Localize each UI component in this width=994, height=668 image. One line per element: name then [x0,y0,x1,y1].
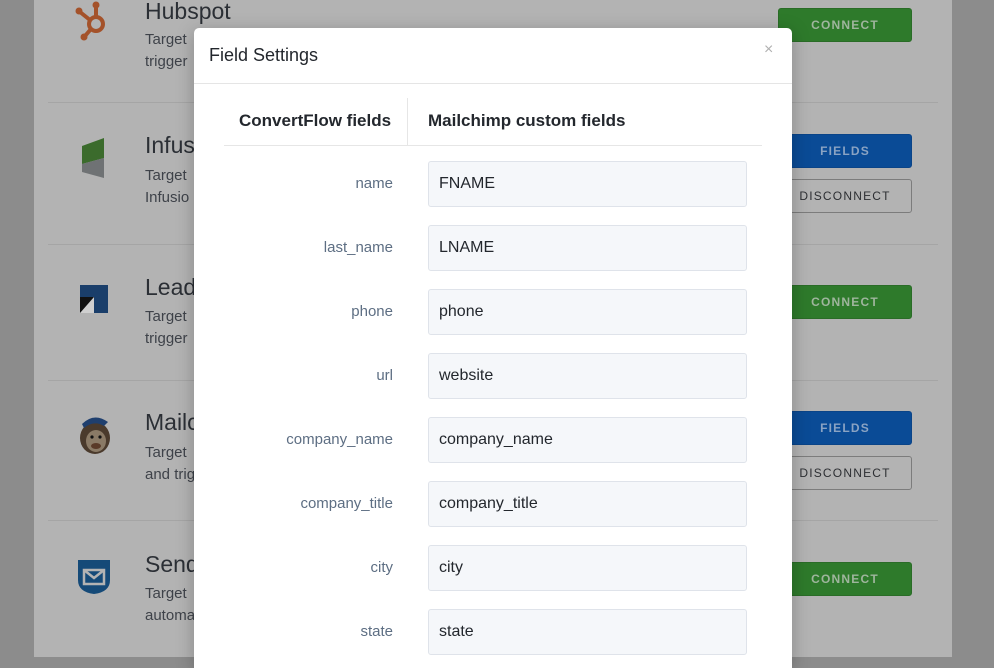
field-input[interactable] [428,161,747,207]
connect-button[interactable]: CONNECT [778,562,912,596]
modal-title: Field Settings [209,45,319,65]
field-label: last_name [323,239,393,256]
fields-button[interactable]: FIELDS [778,134,912,168]
field-label: company_title [300,495,393,512]
field-input[interactable] [428,609,747,655]
disconnect-button[interactable]: DISCONNECT [778,179,912,213]
modal-header: Field Settings × [194,28,792,84]
field-input[interactable] [428,481,747,527]
sendlane-logo-icon [74,556,114,596]
field-label: url [376,367,393,384]
fields-button[interactable]: FIELDS [778,411,912,445]
column-header-convertflow: ConvertFlow fields [239,111,392,130]
hubspot-logo-icon [74,0,114,41]
header-divider [224,145,762,146]
field-input[interactable] [428,225,747,271]
field-settings-modal: Field Settings × ConvertFlow fields Mail… [194,28,792,668]
field-label: company_name [286,431,393,448]
field-input[interactable] [428,289,747,335]
field-input[interactable] [428,353,747,399]
integration-name: Hubspot [145,0,231,24]
column-header-mailchimp: Mailchimp custom fields [428,111,626,130]
field-label: phone [351,303,393,320]
field-input[interactable] [428,545,747,591]
close-icon[interactable]: × [764,41,773,59]
field-label: state [360,623,393,640]
infusionsoft-logo-icon [74,138,114,178]
field-input[interactable] [428,417,747,463]
column-divider [407,98,408,145]
mailchimp-logo-icon [74,412,114,454]
connect-button[interactable]: CONNECT [778,285,912,319]
field-label: name [355,175,393,192]
connect-button[interactable]: CONNECT [778,8,912,42]
leadpages-logo-icon [74,283,114,323]
disconnect-button[interactable]: DISCONNECT [778,456,912,490]
field-label: city [370,559,394,576]
